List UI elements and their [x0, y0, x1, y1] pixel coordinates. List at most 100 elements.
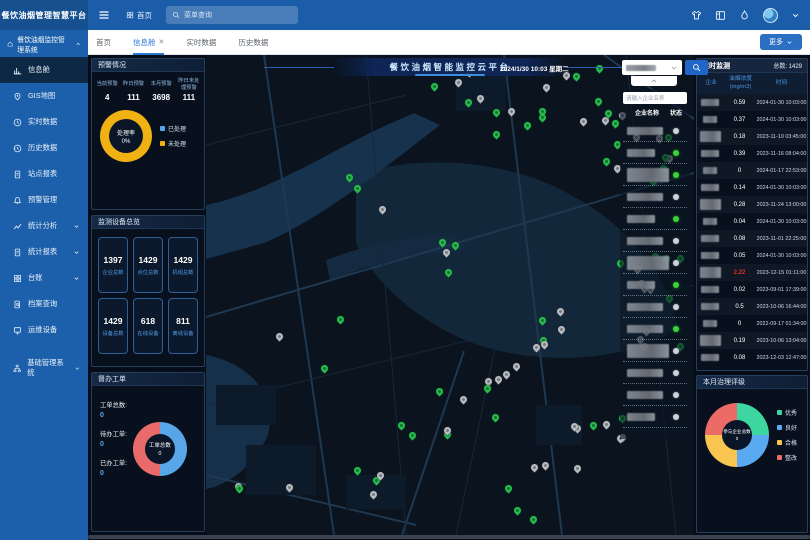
map-pin-online[interactable]	[513, 506, 523, 516]
legend-item[interactable]: 已处理	[160, 124, 186, 133]
realtime-row[interactable]: 0 2022-09-17 01:34:00	[697, 315, 807, 332]
theme-shirt-icon[interactable]	[691, 10, 702, 21]
realtime-row[interactable]: 0.5 2023-10-06 16:44:00	[697, 298, 807, 315]
menu-search-input[interactable]: 菜单查询	[166, 6, 298, 24]
flame-icon[interactable]	[739, 10, 750, 21]
more-button[interactable]: 更多	[760, 34, 802, 50]
realtime-row[interactable]: 0.19 2023-10-06 13:04:00	[697, 332, 807, 349]
company-row[interactable]	[623, 142, 687, 164]
map-pin-online[interactable]	[450, 240, 460, 250]
sidebar-item[interactable]: 档案查询	[0, 291, 88, 317]
map-pin-offline[interactable]	[275, 331, 285, 341]
realtime-row[interactable]: 0.18 2023-11-10 03:45:00	[697, 128, 807, 145]
company-row[interactable]	[623, 318, 687, 340]
layout-icon[interactable]	[715, 10, 726, 21]
realtime-row[interactable]: 0.14 2024-01-30 10:03:00	[697, 179, 807, 196]
sidebar-item[interactable]: 站点报表	[0, 161, 88, 187]
realtime-row[interactable]: 0.08 2023-11-01 22:25:00	[697, 230, 807, 247]
map-pin-online[interactable]	[594, 64, 604, 74]
realtime-row[interactable]: 0.39 2023-11-16 08:04:00	[697, 145, 807, 162]
sidebar-item[interactable]: 基础管理系统	[0, 355, 88, 381]
tab[interactable]: 实时数据	[186, 30, 216, 55]
realtime-row[interactable]: 0.37 2024-01-30 10:03:00	[697, 111, 807, 128]
realtime-row[interactable]: 0.05 2024-01-30 10:03:00	[697, 247, 807, 264]
tab[interactable]: 信息舱 ✕	[133, 30, 164, 55]
map-pin-online[interactable]	[490, 413, 500, 423]
map-pin-online[interactable]	[438, 238, 448, 248]
map-pin-online[interactable]	[593, 96, 603, 106]
map-pin-offline[interactable]	[579, 117, 589, 127]
map-pin-offline[interactable]	[556, 307, 566, 317]
map-pin-online[interactable]	[589, 420, 599, 430]
map-pin-offline[interactable]	[512, 362, 522, 372]
map-pin-offline[interactable]	[368, 489, 378, 499]
map-pin-offline[interactable]	[502, 369, 512, 379]
sidebar-item[interactable]: 历史数据	[0, 135, 88, 161]
map-pin-online[interactable]	[523, 120, 533, 130]
map-pin-offline[interactable]	[540, 339, 550, 349]
map-pin-online[interactable]	[492, 108, 502, 118]
map-pin-offline[interactable]	[556, 324, 566, 334]
sidebar-item[interactable]: 统计报表	[0, 239, 88, 265]
company-row[interactable]	[623, 406, 687, 428]
realtime-row[interactable]: 0 2024-01-17 22:53:00	[697, 162, 807, 179]
map-pin-online[interactable]	[408, 430, 418, 440]
map-pin-online[interactable]	[352, 183, 362, 193]
realtime-row[interactable]: 0.02 2023-09-01 17:39:00	[697, 281, 807, 298]
map-pin-online[interactable]	[435, 387, 445, 397]
company-row[interactable]	[623, 362, 687, 384]
company-row[interactable]	[623, 186, 687, 208]
sidebar-item[interactable]: 预警管理	[0, 187, 88, 213]
company-row[interactable]	[623, 230, 687, 252]
legend-item[interactable]: 良好	[777, 423, 797, 432]
sidebar-section-header[interactable]: 餐饮油烟监控管理系统	[0, 30, 88, 57]
map-pin-online[interactable]	[464, 98, 474, 108]
sidebar-item[interactable]: 信息舱	[0, 57, 88, 83]
company-row[interactable]	[623, 252, 687, 274]
horizontal-scrollbar[interactable]	[88, 535, 810, 539]
realtime-row[interactable]: 2.22 2023-12-15 01:11:00	[697, 264, 807, 281]
sidebar-item[interactable]: 台账	[0, 265, 88, 291]
company-row[interactable]	[623, 296, 687, 318]
tab[interactable]: 首页	[96, 30, 111, 55]
map-pin-online[interactable]	[491, 129, 501, 139]
map-pin-online[interactable]	[503, 483, 513, 493]
sidebar-item[interactable]: 实时数据	[0, 109, 88, 135]
company-name-input[interactable]: 请输入企业名称	[623, 92, 687, 104]
company-row[interactable]	[623, 340, 687, 362]
map-pin-offline[interactable]	[542, 83, 552, 93]
company-row[interactable]	[623, 120, 687, 142]
collapse-toggle[interactable]	[631, 76, 677, 86]
realtime-row[interactable]: 0.04 2024-01-30 10:03:00	[697, 213, 807, 230]
realtime-row[interactable]: 0.28 2023-11-24 13:00:00	[697, 196, 807, 213]
map-pin-online[interactable]	[610, 118, 620, 128]
map-pin-online[interactable]	[443, 267, 453, 277]
tab[interactable]: 历史数据	[238, 30, 268, 55]
legend-item[interactable]: 合格	[777, 438, 797, 447]
map-pin-offline[interactable]	[459, 395, 469, 405]
sidebar-item[interactable]: 运维设备	[0, 317, 88, 343]
company-row[interactable]	[623, 208, 687, 230]
map-pin-offline[interactable]	[475, 94, 485, 104]
map-pin-online[interactable]	[345, 173, 355, 183]
company-select[interactable]	[622, 60, 682, 75]
map-pin-online[interactable]	[397, 420, 407, 430]
company-row[interactable]	[623, 384, 687, 406]
company-row[interactable]	[623, 164, 687, 186]
map-pin-offline[interactable]	[573, 463, 583, 473]
map-pin-online[interactable]	[430, 81, 440, 91]
map-pin-offline[interactable]	[602, 419, 612, 429]
map-pin-online[interactable]	[602, 156, 612, 166]
map-pin-online[interactable]	[528, 514, 538, 524]
map-pin-online[interactable]	[537, 315, 547, 325]
menu-toggle-icon[interactable]	[98, 9, 110, 21]
legend-item[interactable]: 未处理	[160, 139, 186, 148]
realtime-row[interactable]: 0.08 2023-12-03 12:47:00	[697, 349, 807, 366]
map-pin-offline[interactable]	[507, 107, 517, 117]
map-pin-online[interactable]	[571, 71, 581, 81]
sidebar-item[interactable]: 统计分析	[0, 213, 88, 239]
legend-item[interactable]: 整改	[777, 453, 797, 462]
map-pin-offline[interactable]	[441, 247, 451, 257]
tab-close-icon[interactable]: ✕	[159, 38, 165, 46]
map-pin-offline[interactable]	[494, 375, 504, 385]
